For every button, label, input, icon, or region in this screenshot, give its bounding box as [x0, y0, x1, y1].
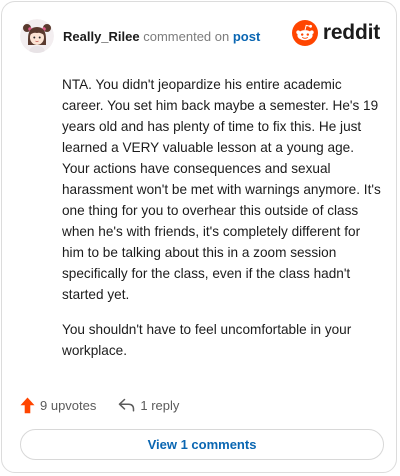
upvote-button[interactable]: 9 upvotes: [20, 397, 96, 414]
comment-card: Really_Rilee commented on post reddit NT…: [1, 1, 397, 473]
action-text: commented on: [143, 28, 230, 44]
upvotes-count: 9 upvotes: [40, 397, 97, 413]
reddit-brand[interactable]: reddit: [291, 20, 380, 46]
view-comments-button[interactable]: View 1 comments: [20, 429, 384, 460]
upvote-arrow-icon: [20, 397, 35, 413]
reddit-snoo-icon: [291, 20, 318, 46]
comment-paragraph-2: You shouldn't have to feel uncomfortable…: [62, 322, 352, 358]
avatar-girl-pigtails-icon: [20, 19, 54, 53]
comment-actions: 9 upvotes 1 reply: [20, 394, 179, 416]
reddit-wordmark: reddit: [322, 21, 380, 44]
replies-count: 1 reply: [140, 397, 180, 413]
reply-arrow-icon: [119, 398, 135, 412]
user-avatar[interactable]: [20, 19, 54, 53]
reply-button[interactable]: 1 reply: [118, 398, 179, 413]
comment-meta: Really_Rilee commented on post: [63, 29, 260, 44]
comment-paragraph-1: NTA. You didn't jeopardize his entire ac…: [62, 77, 381, 302]
comment-body: NTA. You didn't jeopardize his entire ac…: [62, 74, 384, 375]
username-link[interactable]: Really_Rilee: [63, 29, 140, 44]
comment-header: Really_Rilee commented on post reddit: [20, 16, 380, 56]
post-link[interactable]: post: [233, 29, 260, 44]
